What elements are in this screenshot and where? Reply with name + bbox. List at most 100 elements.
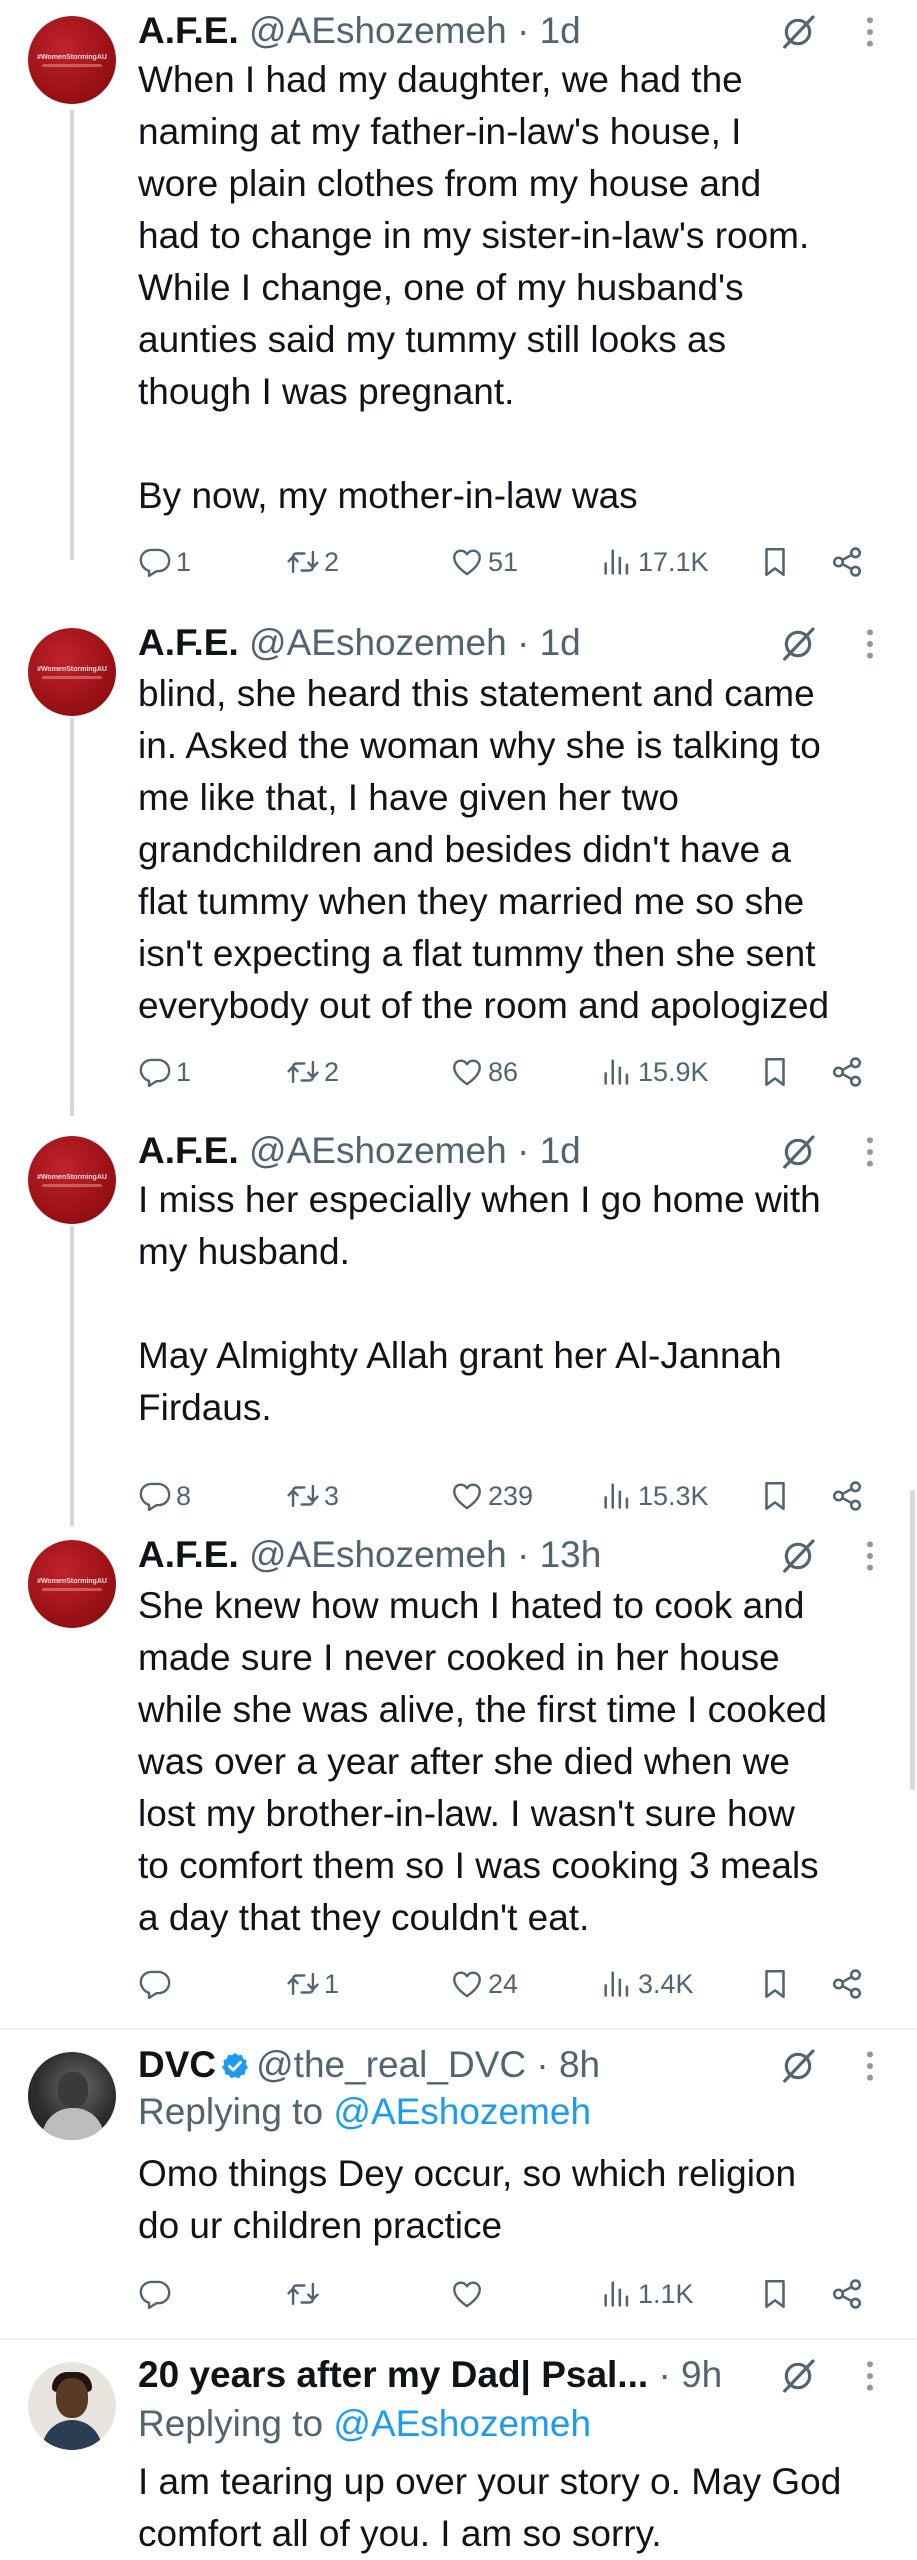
grok-icon[interactable] — [778, 2046, 818, 2086]
like-count: 24 — [488, 1968, 519, 1999]
retweet-icon — [286, 545, 320, 579]
author-handle[interactable]: @the_real_DVC — [256, 2044, 526, 2085]
tweet[interactable]: 20 years after my Dad| Psal... · 9h Repl… — [0, 2340, 917, 2560]
timestamp[interactable]: 1d — [540, 10, 581, 51]
author-name[interactable]: A.F.E. — [138, 10, 239, 51]
retweet-button[interactable]: 2 — [286, 1050, 339, 1094]
views-button[interactable]: 3.4K — [600, 1962, 694, 2006]
more-icon[interactable] — [862, 1132, 878, 1172]
share-button[interactable] — [830, 1962, 864, 2006]
grok-icon[interactable] — [778, 1132, 818, 1172]
views-button[interactable]: 1.1K — [600, 2272, 694, 2316]
views-count: 15.3K — [638, 1480, 709, 1511]
avatar[interactable]: #WomenStormingAU — [28, 1540, 116, 1628]
reply-button[interactable]: 8 — [138, 1474, 191, 1518]
replying-to-mention[interactable]: @AEshozemeh — [333, 2403, 591, 2444]
action-bar: 1 2 86 15.9K — [138, 1050, 878, 1094]
author-handle[interactable]: @AEshozemeh — [249, 10, 507, 51]
grok-icon[interactable] — [778, 12, 818, 52]
share-button[interactable] — [830, 1474, 864, 1518]
like-icon — [450, 1055, 484, 1089]
tweet[interactable]: #WomenStormingAU A.F.E. @AEshozemeh · 1d… — [0, 0, 917, 600]
bookmark-button[interactable] — [758, 1050, 792, 1094]
timestamp[interactable]: 1d — [540, 622, 581, 663]
bookmark-button[interactable] — [758, 540, 792, 584]
reply-button[interactable] — [138, 1962, 176, 2006]
more-icon[interactable] — [862, 624, 878, 664]
replying-to-mention[interactable]: @AEshozemeh — [333, 2091, 591, 2132]
views-icon — [600, 1967, 634, 2001]
scrollbar[interactable] — [910, 1490, 915, 1790]
retweet-button[interactable]: 2 — [286, 540, 339, 584]
like-button[interactable]: 51 — [450, 540, 518, 584]
tweet-text: Omo things Dey occur, so which religion … — [138, 2153, 797, 2246]
avatar[interactable] — [28, 2052, 116, 2140]
views-button[interactable]: 15.9K — [600, 1050, 709, 1094]
bookmark-button[interactable] — [758, 1962, 792, 2006]
share-button[interactable] — [830, 1050, 864, 1094]
replying-to: Replying to @AEshozemeh — [138, 2398, 591, 2450]
reply-count: 1 — [176, 1056, 192, 1087]
avatar[interactable] — [28, 2362, 116, 2450]
more-icon[interactable] — [862, 12, 878, 52]
separator-dot: · — [516, 1130, 530, 1171]
author-handle[interactable]: @AEshozemeh — [249, 1130, 507, 1171]
retweet-button[interactable] — [286, 2272, 324, 2316]
grok-icon[interactable] — [778, 624, 818, 664]
like-count: 239 — [488, 1480, 534, 1511]
like-count: 86 — [488, 1056, 519, 1087]
views-count: 17.1K — [638, 546, 709, 577]
tweet[interactable]: #WomenStormingAU A.F.E. @AEshozemeh · 13… — [0, 1524, 917, 2018]
timestamp[interactable]: 9h — [681, 2354, 722, 2395]
author-name[interactable]: A.F.E. — [138, 1130, 239, 1171]
bookmark-button[interactable] — [758, 2272, 792, 2316]
retweet-count: 1 — [324, 1968, 340, 1999]
author-name[interactable]: A.F.E. — [138, 1534, 239, 1575]
author-name[interactable]: 20 years after my Dad| Psal... — [138, 2354, 648, 2395]
replying-to: Replying to @AEshozemeh — [138, 2086, 591, 2138]
retweet-button[interactable]: 1 — [286, 1962, 339, 2006]
grok-icon[interactable] — [778, 1536, 818, 1576]
author-name[interactable]: DVC — [138, 2044, 216, 2085]
author-name[interactable]: A.F.E. — [138, 622, 239, 663]
reply-button[interactable]: 1 — [138, 1050, 191, 1094]
more-icon[interactable] — [862, 2046, 878, 2086]
share-button[interactable] — [830, 2272, 864, 2316]
timestamp[interactable]: 1d — [540, 1130, 581, 1171]
grok-icon[interactable] — [778, 2356, 818, 2396]
author-handle[interactable]: @AEshozemeh — [249, 1534, 507, 1575]
like-button[interactable]: 239 — [450, 1474, 533, 1518]
replying-to-label: Replying to — [138, 2091, 324, 2132]
like-button[interactable] — [450, 2272, 488, 2316]
tweet[interactable]: #WomenStormingAU A.F.E. @AEshozemeh · 1d… — [0, 1120, 917, 1530]
like-button[interactable]: 86 — [450, 1050, 518, 1094]
views-count: 15.9K — [638, 1056, 709, 1087]
separator-dot: · — [516, 10, 530, 51]
timestamp[interactable]: 8h — [559, 2044, 600, 2085]
views-button[interactable]: 17.1K — [600, 540, 709, 584]
like-count: 51 — [488, 546, 519, 577]
avatar[interactable]: #WomenStormingAU — [28, 1136, 116, 1224]
more-icon[interactable] — [862, 2356, 878, 2396]
reply-button[interactable]: 1 — [138, 540, 191, 584]
tweet[interactable]: #WomenStormingAU A.F.E. @AEshozemeh · 1d… — [0, 612, 917, 1120]
bookmark-button[interactable] — [758, 1474, 792, 1518]
share-button[interactable] — [830, 540, 864, 584]
more-icon[interactable] — [862, 1536, 878, 1576]
views-button[interactable]: 15.3K — [600, 1474, 709, 1518]
retweet-button[interactable]: 3 — [286, 1474, 339, 1518]
avatar[interactable]: #WomenStormingAU — [28, 16, 116, 104]
views-icon — [600, 1479, 634, 1513]
like-button[interactable]: 24 — [450, 1962, 518, 2006]
timestamp[interactable]: 13h — [540, 1534, 602, 1575]
retweet-count: 2 — [324, 1056, 340, 1087]
views-count: 3.4K — [638, 1968, 694, 1999]
author-handle[interactable]: @AEshozemeh — [249, 622, 507, 663]
action-bar: 8 3 239 15.3K — [138, 1474, 878, 1518]
avatar[interactable]: #WomenStormingAU — [28, 628, 116, 716]
like-icon — [450, 545, 484, 579]
reply-icon — [138, 1479, 172, 1513]
reply-button[interactable] — [138, 2272, 176, 2316]
avatar-hashtag: #WomenStormingAU — [37, 54, 107, 61]
tweet[interactable]: DVC @the_real_DVC · 8h Replying to @AEsho… — [0, 2030, 917, 2340]
